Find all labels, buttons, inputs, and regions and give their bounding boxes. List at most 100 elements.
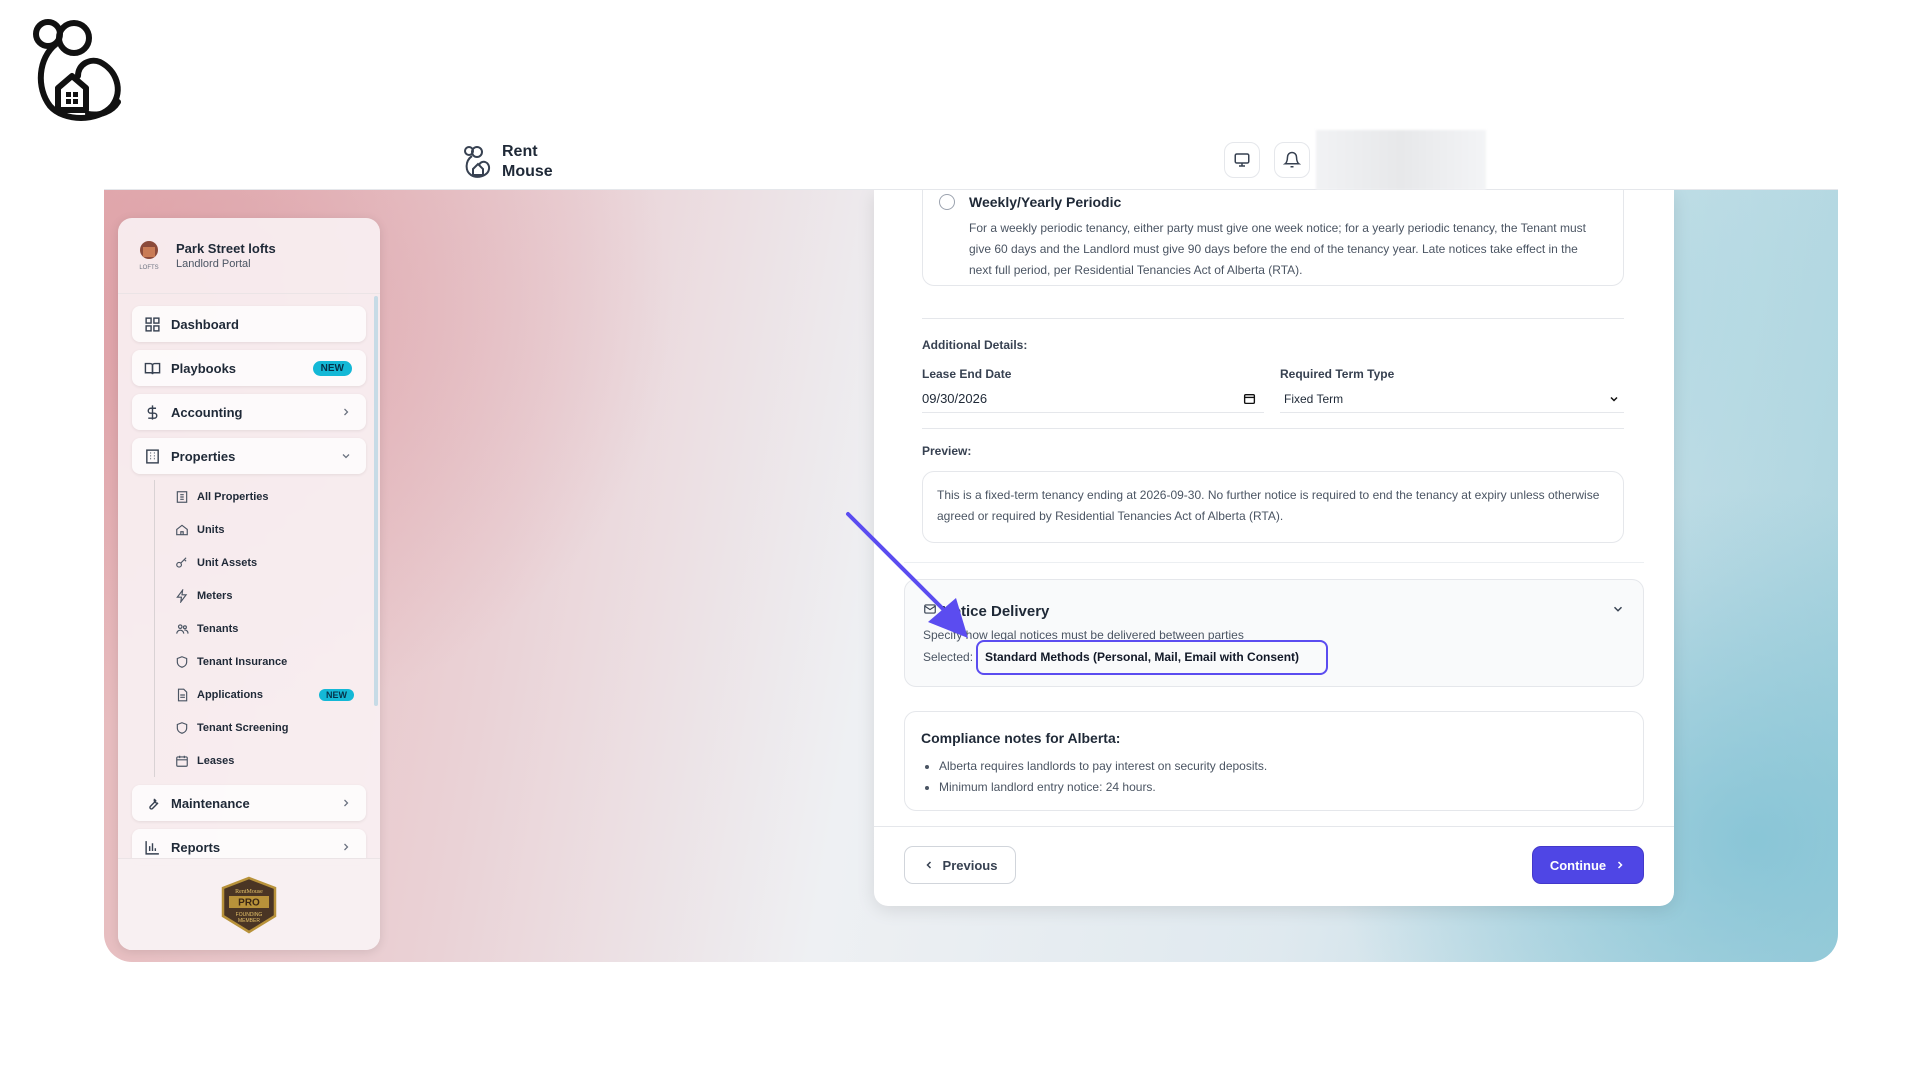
document-icon — [177, 688, 188, 701]
sidebar-item-label: Maintenance — [171, 795, 250, 811]
required-term-type-value: Fixed Term — [1284, 391, 1344, 406]
lease-form-panel: Weekly/Yearly Periodic For a weekly peri… — [846, 190, 1674, 906]
sub-item-label: Leases — [197, 754, 235, 767]
svg-text:PRO: PRO — [238, 897, 260, 908]
required-term-type-select[interactable]: Fixed Term — [1280, 385, 1624, 413]
chevron-right-icon — [344, 799, 349, 807]
org-subtitle: Landlord Portal — [176, 258, 251, 270]
sidebar-item-properties[interactable]: Properties — [132, 438, 366, 474]
annotation-arrow-icon — [846, 512, 968, 638]
chevron-right-icon — [344, 408, 349, 416]
building-icon — [176, 490, 188, 503]
top-bar: Rent Mouse — [104, 130, 1838, 190]
sidebar-item-tenant-insurance[interactable]: Tenant Insurance — [175, 645, 366, 678]
dashboard-icon — [145, 316, 160, 332]
preview-box: This is a fixed-term tenancy ending at 2… — [922, 471, 1624, 543]
main-stage: LOFTS Park Street lofts Landlord Portal … — [104, 190, 1838, 962]
app-name: Rent Mouse — [502, 143, 553, 180]
sidebar-item-leases[interactable]: Leases — [175, 744, 366, 777]
sidebar-item-label: Dashboard — [171, 316, 239, 332]
dollar-icon — [147, 404, 158, 420]
periodic-radio[interactable] — [939, 194, 955, 210]
selected-value-highlight — [976, 640, 1328, 675]
sidebar-item-label: Reports — [171, 839, 221, 855]
chevron-down-icon[interactable] — [1611, 602, 1625, 616]
book-open-icon — [144, 362, 161, 374]
sidebar-item-tenants[interactable]: Tenants — [175, 612, 366, 645]
sidebar-item-units[interactable]: Units — [175, 513, 366, 546]
org-avatar: LOFTS — [134, 239, 164, 273]
sidebar-item-maintenance[interactable]: Maintenance — [132, 785, 366, 821]
sub-item-label: Tenant Insurance — [197, 655, 288, 668]
chevron-right-icon — [344, 843, 349, 851]
previous-button[interactable]: Previous — [904, 846, 1016, 884]
periodic-option-card[interactable]: Weekly/Yearly Periodic For a weekly peri… — [922, 190, 1624, 286]
sub-item-label: All Properties — [197, 490, 269, 503]
properties-submenu: All Properties Units Unit Assets Meters … — [154, 480, 366, 777]
section-divider — [904, 562, 1644, 563]
periodic-option-description: For a weekly periodic tenancy, either pa… — [969, 221, 1586, 277]
monitor-icon — [1234, 153, 1250, 167]
monitor-button[interactable] — [1224, 142, 1260, 178]
home-icon — [176, 524, 188, 535]
preview-label: Preview: — [922, 444, 972, 458]
periodic-option-title: Weekly/Yearly Periodic — [969, 194, 1122, 210]
sidebar-item-dashboard[interactable]: Dashboard — [132, 306, 366, 342]
key-icon — [176, 556, 187, 568]
sidebar-header[interactable]: LOFTS Park Street lofts Landlord Portal — [118, 218, 380, 294]
required-term-type-label: Required Term Type — [1280, 367, 1395, 381]
app-logo[interactable]: Rent Mouse — [462, 142, 562, 182]
sub-item-label: Units — [197, 523, 225, 536]
sub-item-label: Tenant Screening — [197, 721, 289, 734]
sub-item-label: Unit Assets — [197, 556, 258, 569]
org-name: Park Street lofts — [176, 241, 276, 256]
lease-end-date-label: Lease End Date — [922, 367, 1012, 381]
chevron-left-icon — [925, 861, 931, 869]
preview-text: This is a fixed-term tenancy ending at 2… — [937, 488, 1600, 523]
sub-item-label: Tenants — [197, 622, 239, 635]
bolt-icon — [176, 588, 188, 603]
svg-text:RentMouse: RentMouse — [235, 889, 263, 895]
chevron-down-icon — [1610, 396, 1618, 402]
lease-end-date-value: 09/30/2026 — [922, 391, 988, 406]
sidebar-item-tenant-screening[interactable]: Tenant Screening — [175, 711, 366, 744]
continue-label: Continue — [1549, 857, 1607, 873]
sidebar-item-all-properties[interactable]: All Properties — [175, 480, 366, 513]
sidebar-nav: Dashboard Playbooks NEW Accounting Prope… — [118, 294, 380, 885]
new-badge: NEW — [312, 360, 352, 376]
notifications-button[interactable] — [1274, 142, 1310, 178]
founding-member-badge: RentMouse PRO FOUNDING MEMBER — [221, 876, 277, 933]
compliance-notes-list: Alberta requires landlords to pay intere… — [939, 756, 1267, 798]
continue-button[interactable]: Continue — [1532, 846, 1644, 884]
calendar-icon — [176, 755, 188, 767]
rentmouse-small-icon — [464, 146, 491, 178]
sidebar-item-accounting[interactable]: Accounting — [132, 394, 366, 430]
sidebar: LOFTS Park Street lofts Landlord Portal … — [118, 218, 380, 950]
sub-item-label: Applications — [197, 688, 264, 701]
previous-label: Previous — [942, 857, 998, 873]
sidebar-item-label: Playbooks — [171, 360, 237, 376]
svg-text:LOFTS: LOFTS — [139, 265, 158, 271]
building-icon — [146, 448, 159, 464]
svg-text:MEMBER: MEMBER — [238, 918, 260, 924]
new-badge: NEW — [319, 688, 354, 701]
sidebar-item-meters[interactable]: Meters — [175, 579, 366, 612]
sidebar-item-playbooks[interactable]: Playbooks NEW — [132, 350, 366, 386]
users-icon — [176, 623, 189, 634]
sub-item-label: Meters — [197, 589, 233, 602]
footer-divider — [874, 826, 1674, 827]
sidebar-item-applications[interactable]: Applications NEW — [175, 678, 366, 711]
sidebar-item-unit-assets[interactable]: Unit Assets — [175, 546, 366, 579]
divider — [922, 428, 1624, 429]
compliance-card: Compliance notes for Alberta: Alberta re… — [904, 711, 1644, 811]
compliance-title: Compliance notes for Alberta: — [921, 730, 1121, 746]
calendar-icon[interactable] — [1243, 392, 1256, 405]
bar-chart-icon — [145, 840, 159, 855]
bell-icon — [1283, 151, 1301, 168]
sidebar-scrollbar[interactable] — [374, 296, 378, 706]
lease-end-date-input[interactable]: 09/30/2026 — [922, 385, 1264, 413]
shield-icon — [176, 655, 188, 668]
chevron-right-icon — [1618, 861, 1623, 869]
user-profile-blurred[interactable] — [1316, 130, 1486, 190]
sidebar-footer: RentMouse PRO FOUNDING MEMBER — [118, 858, 380, 950]
